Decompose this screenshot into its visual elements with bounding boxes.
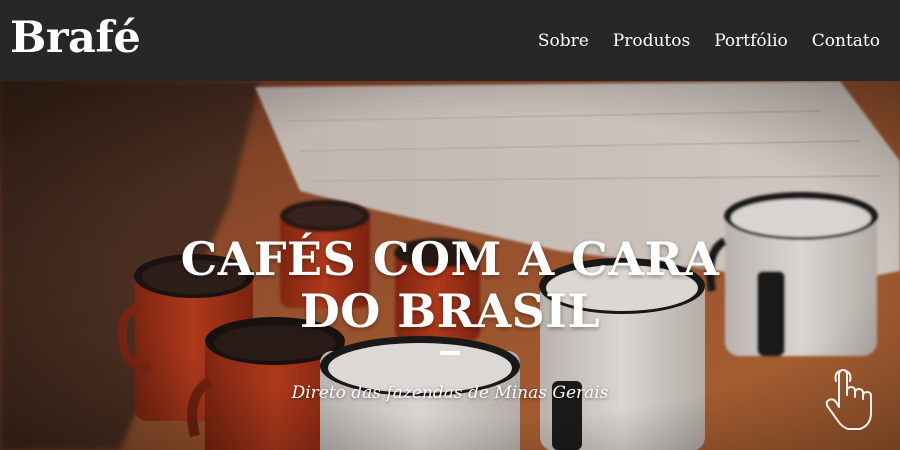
- nav-link-contato[interactable]: Contato: [812, 29, 880, 53]
- brand-logo[interactable]: Brafé: [10, 10, 141, 66]
- hero-section: CAFÉS COM A CARA DO BRASIL Direto das fa…: [0, 81, 900, 450]
- hero-subtitle: Direto das fazendas de Minas Gerais: [291, 383, 609, 403]
- hero-divider: [440, 351, 460, 355]
- nav-link-produtos[interactable]: Produtos: [613, 29, 690, 53]
- nav-link-portfolio[interactable]: Portfólio: [714, 29, 788, 53]
- main-nav: Sobre Produtos Portfólio Contato: [538, 29, 880, 53]
- site-header: Brafé Sobre Produtos Portfólio Contato: [0, 0, 900, 81]
- nav-link-sobre[interactable]: Sobre: [538, 29, 589, 53]
- hero-title: CAFÉS COM A CARA DO BRASIL: [180, 232, 720, 338]
- pointing-hand-icon[interactable]: [820, 365, 880, 433]
